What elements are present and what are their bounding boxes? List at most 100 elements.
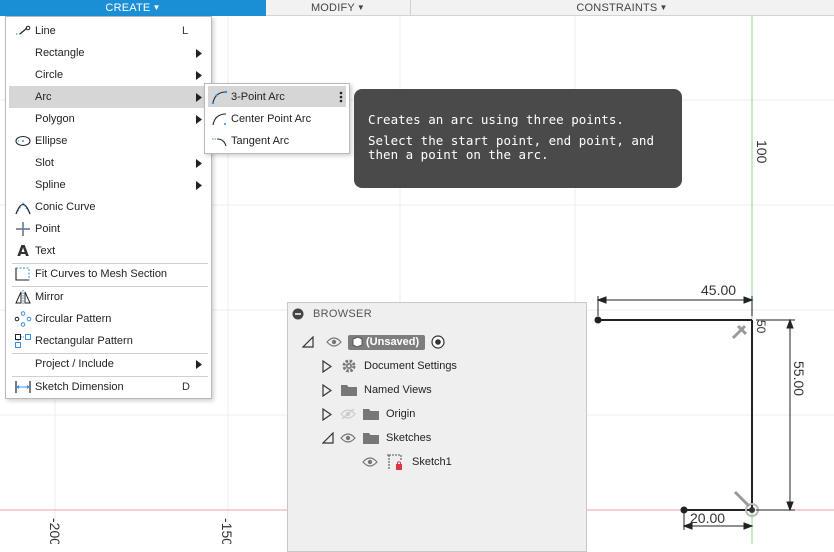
dimension-text-45[interactable]: 45.00 — [701, 282, 736, 298]
collapsed-triangle-icon[interactable] — [322, 407, 332, 421]
center-point-arc-icon — [211, 110, 229, 128]
tangent-arc-icon — [211, 132, 229, 150]
menu-item-label: Ellipse — [35, 135, 68, 147]
submenu-arrow-icon — [193, 353, 205, 375]
menu-item-fit-curves[interactable]: Fit Curves to Mesh Section — [9, 263, 208, 285]
tab-constraints[interactable]: CONSTRAINTS ▼ — [410, 0, 834, 16]
menu-item-polygon[interactable]: Polygon — [9, 108, 208, 130]
submenu-arrow-icon — [193, 174, 205, 196]
browser-node-sketch1[interactable]: Sketch1 — [362, 451, 452, 473]
submenu-item-label: Center Point Arc — [231, 112, 312, 125]
folder-icon — [341, 385, 357, 396]
browser-node-label: Origin — [386, 408, 416, 420]
eye-icon[interactable] — [326, 336, 342, 348]
more-options-icon[interactable] — [336, 86, 346, 107]
submenu-item-label: Tangent Arc — [231, 134, 290, 147]
menu-item-spline[interactable]: Spline — [9, 174, 208, 196]
menu-item-rectangle[interactable]: Rectangle — [9, 42, 208, 64]
sketch-dimension-icon — [13, 377, 33, 397]
conic-curve-icon — [13, 197, 33, 217]
browser-panel: BROWSER (Unsaved) Document Settings Name… — [287, 302, 587, 552]
submenu-item-three-point-arc[interactable]: 3-Point Arc — [208, 86, 346, 107]
menu-item-conic-curve[interactable]: Conic Curve — [9, 196, 208, 218]
menu-item-rectangular-pattern[interactable]: Rectangular Pattern — [9, 330, 208, 352]
menu-item-label: Circle — [35, 69, 64, 81]
browser-node-named-views[interactable]: Named Views — [322, 379, 432, 401]
eye-hidden-icon[interactable] — [340, 408, 356, 420]
toolbar: CREATE ▼ MODIFY ▼ CONSTRAINTS ▼ — [0, 0, 834, 16]
browser-node-label: Sketch1 — [412, 456, 452, 468]
axis-label-neg200: -200 — [47, 518, 63, 544]
menu-item-label: Rectangle — [35, 47, 85, 59]
submenu-item-tangent-arc[interactable]: Tangent Arc — [208, 130, 346, 151]
folder-icon — [363, 409, 379, 420]
menu-item-project-include[interactable]: Project / Include — [9, 353, 208, 375]
tab-modify[interactable]: MODIFY ▼ — [266, 0, 410, 16]
menu-item-circular-pattern[interactable]: Circular Pattern — [9, 308, 208, 330]
perpendicular-constraint-icon[interactable] — [733, 490, 751, 508]
menu-item-point[interactable]: Point — [9, 218, 208, 240]
menu-item-label: Project / Include — [35, 358, 114, 370]
sketch-point[interactable] — [594, 316, 602, 324]
browser-node-label: Named Views — [364, 384, 432, 396]
gear-icon — [342, 359, 356, 373]
submenu-arrow-icon — [193, 152, 205, 174]
browser-title: BROWSER — [313, 308, 372, 320]
menu-item-ellipse[interactable]: Ellipse — [9, 130, 208, 152]
menu-item-label: Rectangular Pattern — [35, 335, 133, 347]
arc-submenu: 3-Point Arc Center Point Arc Tangent Arc — [204, 83, 350, 154]
caret-down-icon: ▼ — [152, 3, 161, 12]
menu-item-label: Fit Curves to Mesh Section — [35, 268, 168, 280]
browser-node-document-settings[interactable]: Document Settings — [322, 355, 457, 377]
tab-create-label: CREATE — [105, 2, 151, 14]
dimension-text-55[interactable]: 55.00 — [791, 361, 807, 396]
dimension-text-20[interactable]: 20.00 — [690, 510, 725, 526]
menu-item-line[interactable]: Line L — [9, 20, 208, 42]
eye-icon[interactable] — [340, 432, 356, 444]
collapsed-triangle-icon[interactable] — [322, 359, 332, 373]
ellipse-icon — [13, 131, 33, 151]
expanded-triangle-icon[interactable] — [322, 432, 334, 444]
component-icon — [352, 336, 363, 348]
browser-node-origin[interactable]: Origin — [322, 403, 415, 425]
menu-item-shortcut: D — [182, 381, 190, 393]
menu-item-circle[interactable]: Circle — [9, 64, 208, 86]
browser-root-row[interactable]: (Unsaved) — [302, 331, 445, 353]
menu-item-mirror[interactable]: Mirror — [9, 286, 208, 308]
menu-item-label: Conic Curve — [35, 201, 96, 213]
eye-icon[interactable] — [362, 456, 378, 468]
tab-constraints-label: CONSTRAINTS — [576, 2, 658, 14]
perpendicular-constraint-icon[interactable] — [731, 324, 748, 340]
activate-radio-icon[interactable] — [431, 335, 445, 349]
caret-down-icon: ▼ — [356, 3, 366, 12]
menu-item-slot[interactable]: Slot — [9, 152, 208, 174]
menu-item-sketch-dimension[interactable]: Sketch Dimension D — [9, 376, 208, 398]
tab-modify-label: MODIFY — [310, 2, 355, 14]
sketch-point[interactable] — [749, 507, 755, 513]
expanded-triangle-icon[interactable] — [302, 336, 314, 348]
text-icon: A — [17, 242, 29, 260]
menu-item-label: Line — [35, 25, 56, 37]
dimension-text-50[interactable]: 50 — [754, 320, 768, 334]
three-point-arc-icon — [211, 88, 229, 106]
caret-down-icon: ▼ — [659, 3, 668, 12]
menu-item-label: Circular Pattern — [35, 313, 112, 325]
sketch-icon — [387, 454, 402, 470]
menu-item-text[interactable]: A Text — [9, 240, 208, 262]
browser-node-sketches[interactable]: Sketches — [322, 427, 431, 449]
tab-create[interactable]: CREATE ▼ — [0, 0, 266, 16]
point-icon — [13, 219, 33, 239]
menu-item-label: Sketch Dimension — [35, 381, 124, 393]
collapse-icon[interactable] — [292, 308, 304, 320]
submenu-item-center-point-arc[interactable]: Center Point Arc — [208, 108, 346, 129]
line-icon — [13, 21, 33, 41]
browser-node-label: Document Settings — [364, 360, 457, 372]
collapsed-triangle-icon[interactable] — [322, 383, 332, 397]
menu-item-label: Polygon — [35, 113, 75, 125]
submenu-item-label: 3-Point Arc — [231, 90, 285, 103]
tooltip-line2: Select the start point, end point, and t… — [368, 133, 654, 162]
dimension-45[interactable] — [596, 296, 754, 316]
menu-item-label: Point — [35, 223, 61, 235]
menu-item-label: Slot — [35, 157, 54, 169]
menu-item-arc[interactable]: Arc — [9, 86, 208, 108]
